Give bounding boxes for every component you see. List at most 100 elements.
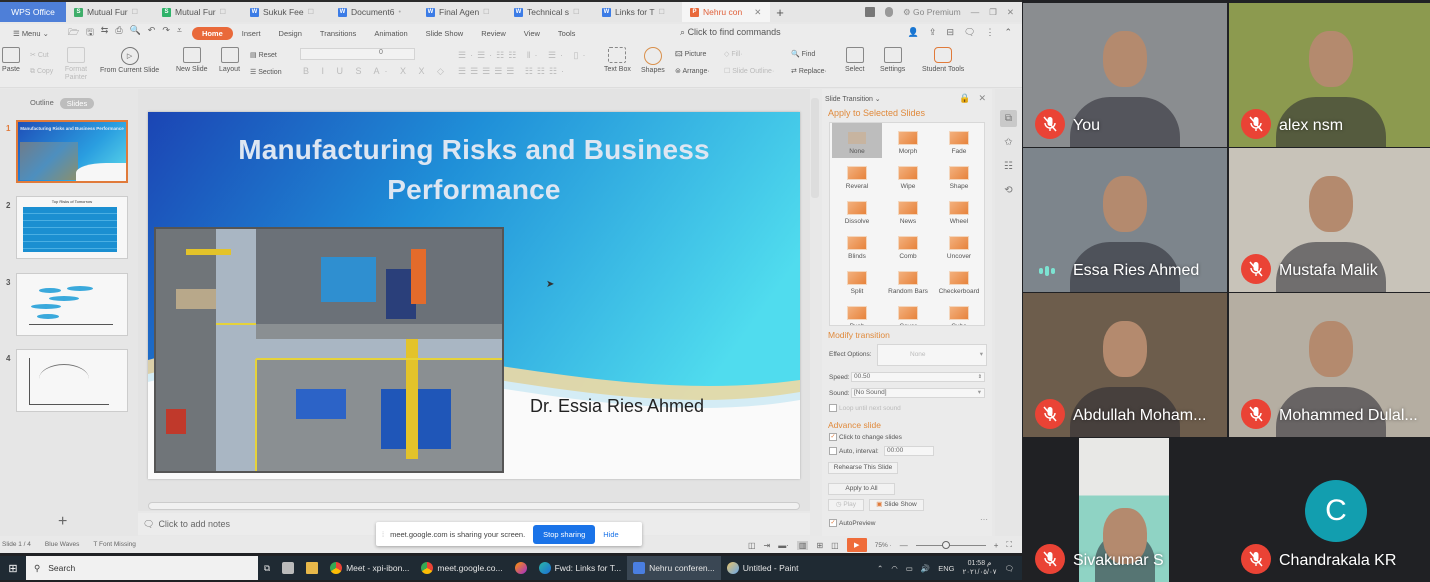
layout-button[interactable]: Layout [219, 47, 240, 73]
zoom-out-button[interactable]: — [900, 541, 908, 550]
apply-to-all-button[interactable]: Apply to All [828, 483, 895, 495]
transition-option[interactable]: None [832, 123, 882, 158]
slide-title[interactable]: Manufacturing Risks and Business Perform… [148, 130, 800, 210]
alignment-buttons[interactable]: ☰☰☰☰☰ ☷☷☷· [458, 66, 568, 77]
undo-icon[interactable]: ↶ [148, 25, 156, 41]
rehearse-button[interactable]: Rehearse This Slide [828, 462, 898, 474]
reset-button[interactable]: ▤ Reset [250, 51, 277, 59]
participant-tile[interactable]: C Chandrakala KR [1229, 438, 1430, 582]
more-options-icon[interactable]: ⋯ [980, 515, 988, 524]
comment-icon[interactable]: 🗨 [964, 27, 975, 38]
effect-options-select[interactable]: None ▾ [877, 344, 987, 366]
new-slide-button[interactable]: New Slide [176, 47, 208, 73]
view-menu-icon[interactable]: ▬· [778, 541, 789, 550]
find-commands-search[interactable]: ⌕ Click to find commands [680, 27, 781, 38]
doc-tab[interactable]: W Document6 • [330, 2, 418, 22]
start-button[interactable]: ⊞ [0, 562, 26, 575]
reading-view-icon[interactable]: ◫ [831, 541, 839, 550]
animation-icon[interactable]: ✩ [1000, 134, 1017, 151]
slide-thumbnail-1[interactable]: Manufacturing Risks and Business Perform… [16, 120, 128, 183]
participant-tile[interactable]: You [1023, 3, 1227, 147]
slides-tab[interactable]: Slides [59, 98, 95, 109]
format-painter-button[interactable]: Format Painter [62, 47, 90, 82]
more-icon[interactable]: ⋮ [985, 27, 994, 38]
file-explorer-app[interactable] [300, 556, 324, 580]
sound-select[interactable]: [No Sound] ▾ [851, 388, 985, 398]
menu-button[interactable]: ☰ Menu ⌄ [4, 29, 58, 38]
outline-tab[interactable]: Outline [30, 98, 54, 109]
taskbar-item[interactable]: meet.google.co... [415, 556, 508, 580]
text-box-button[interactable]: Text Box [604, 47, 631, 73]
restore-icon[interactable]: ❐ [989, 7, 997, 18]
zoom-slider-handle[interactable] [941, 540, 950, 549]
redo-icon[interactable]: ↷ [162, 25, 170, 41]
close-window-icon[interactable]: ✕ [1007, 7, 1014, 18]
transition-option[interactable]: Wipe [883, 158, 933, 193]
replace-button[interactable]: ⇄ Replace· [791, 67, 827, 75]
taskbar-item[interactable] [509, 556, 533, 580]
transition-option[interactable]: Push [832, 298, 882, 325]
slide-thumbnail-3[interactable] [16, 273, 128, 336]
spinner-icon[interactable]: ⇕ [978, 373, 982, 381]
lock-icon[interactable]: 🔒 [959, 93, 970, 104]
participant-tile[interactable]: Abdullah Moham... [1023, 293, 1227, 437]
tab-home[interactable]: Home [191, 26, 233, 40]
transition-icon[interactable]: ⧉ [1000, 110, 1017, 127]
open-icon[interactable]: 🗁 [68, 25, 79, 41]
transition-option[interactable]: Uncover [934, 228, 984, 263]
arrange-button[interactable]: ⊜ Arrange· [675, 67, 710, 75]
settings-button[interactable]: Settings [880, 47, 905, 73]
transition-option[interactable]: Reveral [832, 158, 882, 193]
wps-office-tab[interactable]: WPS Office [0, 2, 66, 22]
go-premium-button[interactable]: ⚙ Go Premium [903, 7, 961, 18]
taskbar-search[interactable]: ⚲ Search [26, 556, 258, 580]
language-indicator[interactable]: ENG [938, 564, 954, 573]
normal-view-icon[interactable]: ▥ [796, 540, 809, 550]
slide-outline-button[interactable]: ☐ Slide Outline· [724, 67, 774, 75]
find-button[interactable]: 🔍 Find [791, 50, 815, 58]
transition-option[interactable]: Fade [934, 123, 984, 158]
print-icon[interactable]: ⎙ [115, 25, 122, 41]
doc-tab-active[interactable]: P Nehru con ✕ [682, 2, 770, 22]
doc-tab[interactable]: W Technical s ☐ [506, 2, 594, 22]
add-slide-button[interactable]: + [58, 513, 67, 531]
taskbar-item-active[interactable]: Nehru conferen... [627, 556, 721, 580]
collaborate-icon[interactable]: ⊟ [946, 27, 954, 38]
clock[interactable]: 01:58 م ٢٠٢١/٠٥/٠٧ [963, 559, 997, 577]
close-tab-icon[interactable]: ✕ [754, 7, 761, 18]
participant-tile[interactable]: Sivakumar S [1023, 438, 1227, 582]
tab-review[interactable]: Review [472, 29, 515, 38]
paragraph-buttons[interactable]: ☰·☰·☷☷ ǁ· ☰· ▯· [458, 50, 590, 61]
play-button[interactable]: ◷ Play [828, 499, 864, 511]
transition-option[interactable]: Random Bars [883, 263, 933, 298]
comments-icon[interactable]: ⇥ [764, 541, 771, 550]
transition-option[interactable]: Shape [934, 158, 984, 193]
notifications-icon[interactable]: 🗨 [1004, 564, 1014, 573]
new-tab-button[interactable]: + [770, 5, 790, 20]
roblox-app[interactable] [276, 556, 300, 580]
slide-show-button[interactable]: ▣ Slide Show [869, 499, 924, 511]
loop-sound-checkbox[interactable]: Loop until next sound [829, 404, 901, 412]
vertical-scrollbar[interactable] [811, 98, 819, 198]
tab-slide-show[interactable]: Slide Show [417, 29, 473, 38]
task-view-button[interactable]: ⧉ [258, 556, 276, 580]
theme-name[interactable]: Blue Waves [45, 541, 79, 548]
panel-title[interactable]: Slide Transition ⌄ [825, 95, 881, 103]
participant-tile[interactable]: Mohammed Dulal... [1229, 293, 1430, 437]
collapse-ribbon-icon[interactable]: ⌃ [1004, 27, 1012, 38]
hide-banner-button[interactable]: Hide [603, 530, 618, 539]
transition-option[interactable]: Cover [883, 298, 933, 325]
export-icon[interactable]: ⇆ [101, 25, 109, 41]
window-icon[interactable] [865, 7, 876, 17]
font-style-buttons[interactable]: B I U S A· X X ◇ [303, 66, 449, 77]
current-slide[interactable]: Manufacturing Risks and Business Perform… [148, 112, 800, 479]
picture-button[interactable]: 🖾 Picture [675, 50, 706, 61]
drag-handle-icon[interactable]: ⁞ [382, 530, 384, 539]
zoom-in-button[interactable]: + [994, 541, 999, 550]
taskbar-item[interactable]: Fwd: Links for T... [533, 556, 627, 580]
play-slideshow-button[interactable]: ▶ [846, 538, 867, 552]
transition-option[interactable]: News [883, 193, 933, 228]
tab-tools[interactable]: Tools [549, 29, 585, 38]
share-user-icon[interactable]: 👤 [908, 27, 919, 38]
tab-insert[interactable]: Insert [233, 29, 270, 38]
